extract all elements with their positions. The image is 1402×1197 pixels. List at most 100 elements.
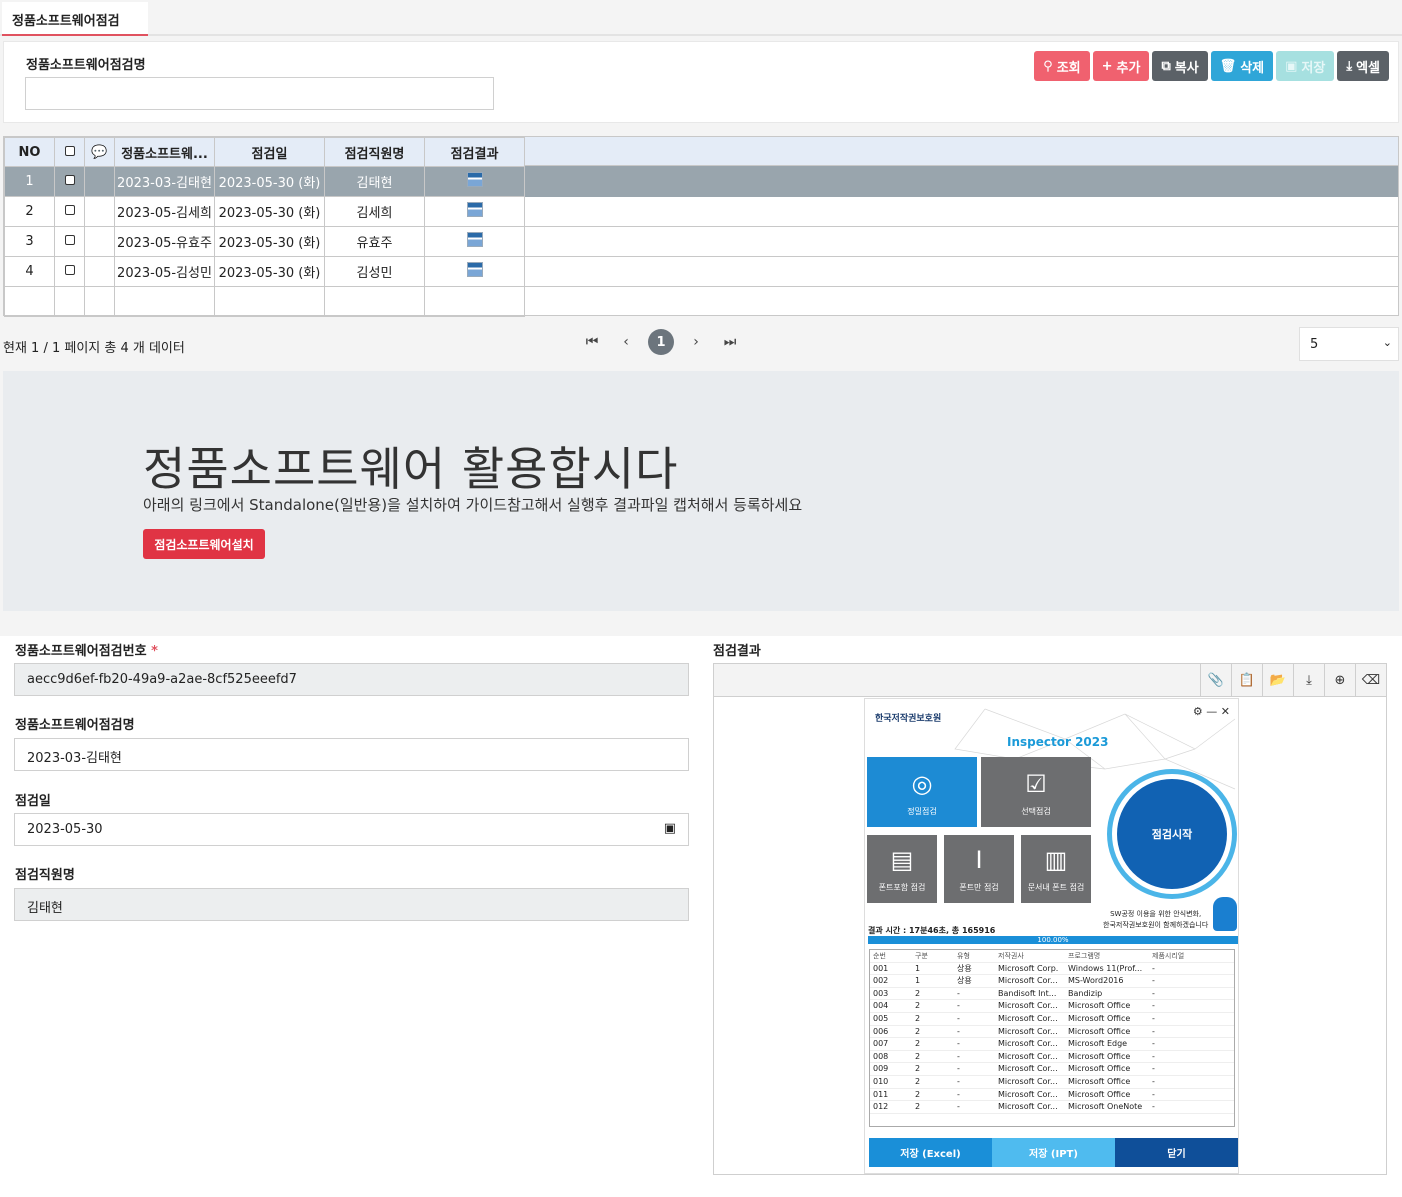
staff-field[interactable]: 김태현 <box>14 888 689 921</box>
attach-icon[interactable]: 📎 <box>1200 664 1231 696</box>
list-cell: Bandizip <box>1068 988 1103 998</box>
result-image-viewer[interactable]: 📎 📋 📂 ⤓ ⊕ ⌫ 한국저작권보호원 Inspector 2023 ⚙ — … <box>713 663 1387 1175</box>
add-button[interactable]: + 추가 <box>1092 51 1150 81</box>
col-date[interactable]: 점검일 <box>214 137 325 167</box>
copy-icon: ⧉ <box>1161 58 1171 74</box>
name-field[interactable]: 2023-03-김태현 <box>14 738 689 771</box>
page-number-current[interactable]: 1 <box>648 329 674 355</box>
plus-icon: + <box>1101 58 1113 74</box>
col-staff[interactable]: 점검직원명 <box>324 137 425 167</box>
list-cell: - <box>957 1013 960 1023</box>
list-cell: 2 <box>915 1039 921 1049</box>
cell-comment <box>84 256 115 287</box>
name-label: 정품소프트웨어점검명 <box>15 718 135 733</box>
copy-button[interactable]: ⧉ 복사 <box>1152 51 1208 81</box>
last-page-icon[interactable]: ⏭ <box>718 327 742 357</box>
cell-result[interactable] <box>424 226 525 257</box>
result-thumbnail-icon[interactable] <box>466 172 483 187</box>
cell-result[interactable] <box>424 256 525 287</box>
list-cell: Microsoft Corp. <box>998 963 1059 973</box>
prev-page-icon[interactable]: ‹ <box>614 327 638 357</box>
col-result[interactable]: 점검결과 <box>424 137 525 167</box>
cell-no: 1 <box>4 166 55 197</box>
tile-font-only: I 폰트만 점검 <box>944 835 1014 903</box>
grid-table: NO 💬 정품소프트웨... 점검일 점검직원명 점검결과 1 2023-03-… <box>4 137 525 317</box>
excel-button[interactable]: ⤓ 엑셀 <box>1337 51 1389 81</box>
table-row[interactable]: 1 2023-03-김태현 2023-05-30 (화) 김태현 <box>4 166 525 197</box>
download-icon[interactable]: ⤓ <box>1293 664 1324 696</box>
list-cell: Microsoft Cor... <box>998 1001 1058 1011</box>
folder-open-icon[interactable]: 📂 <box>1262 664 1293 696</box>
grid-header-filler <box>525 137 1398 166</box>
list-item: 010 2 - Microsoft Cor... Microsoft Office - <box>870 1076 1234 1089</box>
list-cell: - <box>957 1064 960 1074</box>
list-cell: 006 <box>873 1026 889 1036</box>
cell-check[interactable] <box>54 256 85 287</box>
list-cell: 2 <box>915 1001 921 1011</box>
list-cell: Microsoft Cor... <box>998 1013 1058 1023</box>
cell-check[interactable] <box>54 196 85 227</box>
mascot-image <box>1213 897 1237 931</box>
list-cell: 2 <box>915 1089 921 1099</box>
delete-button[interactable]: 🗑 삭제 <box>1210 51 1274 81</box>
save-button[interactable]: ▣ 저장 <box>1276 51 1335 81</box>
tab-genuine-software-check[interactable]: 정품소프트웨어점검 <box>2 2 148 36</box>
list-item: 009 2 - Microsoft Cor... Microsoft Office - <box>870 1063 1234 1076</box>
next-page-icon[interactable]: › <box>684 327 708 357</box>
table-row[interactable]: 3 2023-05-유효주 2023-05-30 (화) 유효주 <box>4 226 525 257</box>
row-checkbox[interactable] <box>64 235 75 245</box>
list-cell: 2 <box>915 1064 921 1074</box>
list-cell: 상용 <box>957 963 972 973</box>
cell-no: 4 <box>4 256 55 287</box>
list-cell: 002 <box>873 976 889 986</box>
col-name[interactable]: 정품소프트웨... <box>114 137 215 167</box>
list-cell: Microsoft Office <box>1068 1013 1131 1023</box>
cell-check[interactable] <box>54 166 85 197</box>
result-thumbnail-icon[interactable] <box>466 202 483 217</box>
search-button-label: 조회 <box>1056 60 1081 76</box>
col-check[interactable] <box>54 137 85 167</box>
cell-check[interactable] <box>54 226 85 257</box>
table-row[interactable]: 2 2023-05-김세희 2023-05-30 (화) 김세희 <box>4 196 525 227</box>
eye-icon: ◎ <box>911 770 933 798</box>
table-row[interactable]: 4 2023-05-김성민 2023-05-30 (화) 김성민 <box>4 256 525 287</box>
cell-result[interactable] <box>424 196 525 227</box>
list-cell: Microsoft Office <box>1068 1001 1131 1011</box>
install-software-button[interactable]: 점검소프트웨어설치 <box>143 529 265 559</box>
search-button[interactable]: ⚲ 조회 <box>1034 51 1090 81</box>
list-cell: - <box>1152 1089 1155 1099</box>
search-input[interactable] <box>25 77 494 110</box>
date-field[interactable]: 2023-05-30 ▣ <box>14 813 689 846</box>
cell-result[interactable] <box>424 166 525 197</box>
inspector-buttons: 저장 (Excel) 저장 (IPT) 닫기 <box>869 1138 1238 1167</box>
eraser-icon[interactable]: ⌫ <box>1355 664 1386 696</box>
start-ring: 점검시작 <box>1107 769 1237 899</box>
row-checkbox[interactable] <box>64 175 75 185</box>
tile-label: 정밀점검 <box>907 807 937 816</box>
list-cell: - <box>957 1089 960 1099</box>
checkbox-all[interactable] <box>64 145 75 156</box>
list-cell: - <box>957 1026 960 1036</box>
cell-staff: 김성민 <box>324 256 425 287</box>
first-page-icon[interactable]: ⏮ <box>580 327 604 357</box>
result-thumbnail-icon[interactable] <box>466 232 483 247</box>
result-thumbnail-icon[interactable] <box>466 262 483 277</box>
page-size-select[interactable]: 5 ⌄ <box>1299 327 1399 361</box>
check-icon: ☑ <box>1025 770 1047 798</box>
close-button: 닫기 <box>1115 1138 1238 1167</box>
zoom-icon[interactable]: ⊕ <box>1324 664 1355 696</box>
id-field[interactable]: aecc9d6ef-fb20-49a9-a2ae-8cf525eeefd7 <box>14 663 689 696</box>
row-checkbox[interactable] <box>64 205 75 215</box>
cell-date: 2023-05-30 (화) <box>214 196 325 227</box>
paste-icon[interactable]: 📋 <box>1231 664 1262 696</box>
list-cell: - <box>1152 1013 1155 1023</box>
col-no[interactable]: NO <box>4 137 55 167</box>
list-cell: - <box>1152 1102 1155 1112</box>
list-cell: Microsoft Edge <box>1068 1039 1128 1049</box>
delete-button-label: 삭제 <box>1240 60 1265 76</box>
col-comment: 💬 <box>84 137 115 167</box>
save-icon: ▣ <box>1285 58 1298 74</box>
cell-staff: 유효주 <box>324 226 425 257</box>
row-checkbox[interactable] <box>64 265 75 275</box>
calendar-icon[interactable]: ▣ <box>664 821 676 836</box>
